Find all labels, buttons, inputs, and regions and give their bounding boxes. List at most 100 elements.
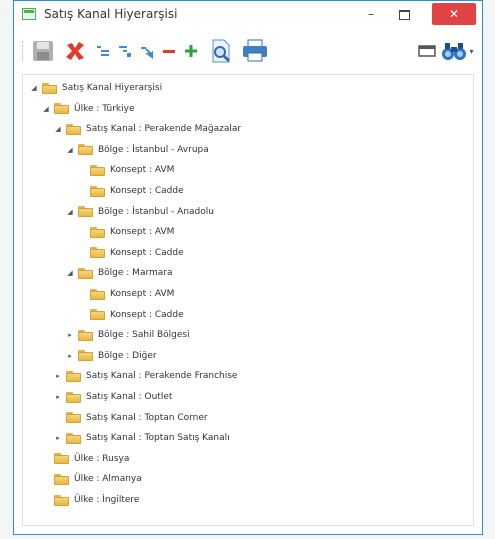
expand-arrow-icon[interactable]: ▸ [65,351,75,361]
tree-node[interactable]: ▸ Satış Kanal : Outlet [53,388,172,406]
outdent-icon [119,46,131,57]
tree-window: Satış Kanal Hiyerarşisi – ✕ ▾ ◢ Satış Ka… [13,0,483,535]
folder-icon [90,226,105,238]
tree-node-label: Satış Kanal : Toptan Corner [86,412,208,423]
folder-icon [66,432,81,444]
tree-node-label: Bölge : Diğer [98,350,157,361]
tree-node[interactable]: Konsept : Cadde [77,244,184,262]
indent-button[interactable] [94,39,112,63]
folder-icon [54,494,69,506]
folder-icon [90,164,105,176]
expand-arrow-icon[interactable]: ▸ [65,330,75,340]
toolbar: ▾ [14,29,482,73]
tree-node[interactable]: ◢ Bölge : Marmara [65,264,173,282]
tree-node-label: Ülke : Rusya [74,453,130,464]
folder-icon [78,206,93,218]
collapse-arrow-icon[interactable]: ◢ [41,104,51,114]
tree-node[interactable]: Ülke : Rusya [41,450,129,468]
title-bar: Satış Kanal Hiyerarşisi – ✕ [14,1,482,29]
tree-node-label: Ülke : Almanya [74,474,142,485]
delete-button[interactable] [62,39,88,63]
find-button[interactable]: ▾ [440,39,474,63]
app-icon [22,8,36,20]
folder-icon [90,247,105,259]
print-button[interactable] [240,39,270,63]
tree-node[interactable]: Konsept : AVM [77,161,174,179]
tree-node-label: Satış Kanal Hiyerarşisi [62,83,163,93]
tree-node-label: Konsept : Cadde [110,186,184,196]
tree-node[interactable]: ▸ Bölge : Diğer [65,347,157,365]
tree-node[interactable]: ◢ Satış Kanal Hiyerarşisi [29,79,162,97]
save-icon [33,41,53,61]
save-button[interactable] [30,39,56,63]
hierarchy-tree[interactable]: ◢ Satış Kanal Hiyerarşisi ◢ Ülke : Türkiye ◢… [22,74,474,526]
folder-icon [42,82,57,94]
window-title: Satış Kanal Hiyerarşisi [44,7,178,21]
tree-node-label: Konsept : AVM [110,227,175,238]
tree-node[interactable]: ◢ Bölge : İstanbul - Avrupa [65,141,209,159]
tree-node[interactable]: Ülke : Almanya [41,470,142,488]
tree-node-label: Konsept : Cadde [110,309,184,320]
print-preview-button[interactable] [208,39,234,63]
tree-node-label: Bölge : İstanbul - Avrupa [98,144,209,155]
add-button[interactable] [182,39,200,63]
collapse-arrow-icon[interactable]: ◢ [65,207,75,217]
outdent-button[interactable] [116,39,134,63]
tree-node-label: Ülke : Türkiye [74,103,135,114]
expand-arrow-icon[interactable]: ▸ [53,392,63,402]
tree-node[interactable]: ◢ Bölge : İstanbul - Anadolu [65,203,214,221]
tree-node-label: Bölge : Marmara [98,268,173,279]
folder-icon [66,370,81,382]
tree-node-label: Satış Kanal : Toptan Satış Kanalı [86,433,230,444]
tree-node-label: Satış Kanal : Perakende Franchise [86,371,238,382]
expand-arrow-icon[interactable]: ▸ [53,371,63,381]
move-button[interactable] [138,39,156,63]
collapse-arrow-icon[interactable]: ◢ [65,145,75,155]
plus-icon [185,45,197,57]
collapse-arrow-icon[interactable]: ◢ [53,124,63,134]
tree-node-label: Ülke : İngiltere [74,495,140,505]
remove-button[interactable] [160,39,178,63]
close-button[interactable]: ✕ [432,3,476,25]
tree-node-label: Satış Kanal : Perakende Mağazalar [86,124,242,135]
tree-node[interactable]: Konsept : Cadde [77,182,184,200]
folder-icon [78,267,93,279]
move-icon [141,47,154,59]
tree-node-label: Konsept : AVM [110,289,175,299]
tree-node[interactable]: Ülke : İngiltere [41,491,139,509]
tree-node[interactable]: ◢ Satış Kanal : Perakende Mağazalar [53,120,241,138]
tree-node[interactable]: ◢ Ülke : Türkiye [41,100,135,118]
tree-node[interactable]: Konsept : AVM [77,223,174,241]
folder-icon [90,288,105,300]
tree-node[interactable]: Konsept : Cadde [77,306,184,324]
folder-icon [78,329,93,341]
maximize-button[interactable] [389,3,419,25]
tree-node[interactable]: Konsept : AVM [77,285,174,303]
tree-node[interactable]: ▸ Satış Kanal : Toptan Satış Kanalı [53,429,230,447]
minus-icon [163,50,175,53]
window-icon [418,45,436,57]
tree-node-label: Konsept : AVM [110,165,175,176]
expand-arrow-icon[interactable]: ▸ [53,433,63,443]
indent-icon [97,46,109,56]
folder-icon [54,453,69,465]
maximize-icon [398,9,410,20]
tree-node-label: Satış Kanal : Outlet [86,392,173,402]
tree-node[interactable]: ▸ Satış Kanal : Perakende Franchise [53,367,237,385]
tree-node[interactable]: Satış Kanal : Toptan Corner [53,409,208,427]
dropdown-arrow-icon: ▾ [469,46,474,56]
delete-icon [66,42,84,60]
folder-icon [66,123,81,135]
minimize-button[interactable]: – [356,3,386,25]
folder-icon [78,350,93,362]
collapse-arrow-icon[interactable]: ◢ [29,83,39,93]
folder-icon [90,185,105,197]
tree-node-label: Bölge : İstanbul - Anadolu [98,206,214,217]
collapse-arrow-icon[interactable]: ◢ [65,268,75,278]
window-button[interactable] [416,39,438,63]
tree-node[interactable]: ▸ Bölge : Sahil Bölgesi [65,326,190,344]
folder-icon [66,412,81,424]
printer-icon [243,39,267,62]
preview-icon [212,39,231,63]
toolbar-grip[interactable] [22,41,25,61]
